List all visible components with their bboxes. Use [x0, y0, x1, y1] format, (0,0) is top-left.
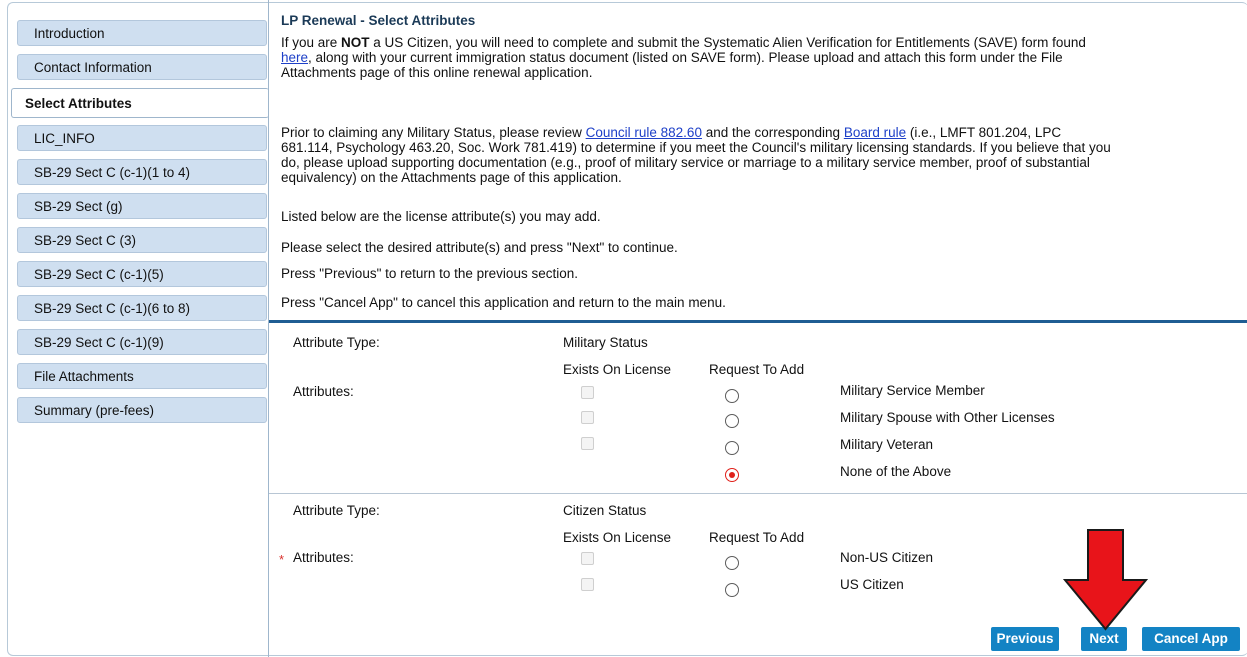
- exists-checkbox: [581, 437, 594, 450]
- cancel-app-button[interactable]: Cancel App: [1142, 627, 1240, 651]
- military-notice-text: 681.114, Psychology 463.20, Soc. Work 78…: [281, 140, 1111, 155]
- council-rule-link[interactable]: Council rule 882.60: [586, 125, 702, 140]
- attributes-label: Attributes:: [293, 550, 354, 565]
- sidebar-item-sb29-c-1-6-to-8[interactable]: SB-29 Sect C (c-1)(6 to 8): [17, 295, 267, 321]
- military-notice-text: and the corresponding: [701, 125, 844, 140]
- sidebar-item-summary-pre-fees[interactable]: Summary (pre-fees): [17, 397, 267, 423]
- required-marker: *: [279, 552, 285, 567]
- sidebar-item-sb29-c-1-9[interactable]: SB-29 Sect C (c-1)(9): [17, 329, 267, 355]
- section-divider: [269, 320, 1247, 323]
- request-radio-military-spouse[interactable]: [725, 414, 739, 428]
- option-label: Military Veteran: [840, 437, 934, 452]
- save-notice-text: , along with your current immigration st…: [308, 50, 1063, 65]
- instruction-text: Press "Previous" to return to the previo…: [281, 266, 578, 281]
- save-form-link[interactable]: here: [281, 50, 308, 65]
- exists-checkbox: [581, 578, 594, 591]
- sidebar-item-sb29-c-1-1-to-4[interactable]: SB-29 Sect C (c-1)(1 to 4): [17, 159, 267, 185]
- option-label: US Citizen: [840, 577, 904, 592]
- page-title: LP Renewal - Select Attributes: [281, 13, 476, 28]
- military-notice-text: do, please upload supporting documentati…: [281, 155, 1090, 170]
- attribute-type-label: Attribute Type:: [293, 503, 380, 518]
- military-notice: Prior to claiming any Military Status, p…: [281, 125, 1241, 185]
- instruction-text: Please select the desired attribute(s) a…: [281, 240, 678, 255]
- request-radio-none-of-the-above[interactable]: [725, 468, 739, 482]
- sidebar-item-sb29-sect-g[interactable]: SB-29 Sect (g): [17, 193, 267, 219]
- attributes-label: Attributes:: [293, 384, 354, 399]
- sidebar-item-file-attachments[interactable]: File Attachments: [17, 363, 267, 389]
- save-notice-text: a US Citizen, you will need to complete …: [369, 35, 1086, 50]
- save-notice-bold: NOT: [341, 35, 370, 50]
- board-rule-link[interactable]: Board rule: [844, 125, 906, 140]
- sidebar-nav: Introduction Contact Information Select …: [11, 0, 269, 657]
- option-label: None of the Above: [840, 464, 952, 479]
- column-header-exists: Exists On License: [563, 362, 672, 377]
- previous-button[interactable]: Previous: [991, 627, 1059, 651]
- save-notice: If you are NOT a US Citizen, you will ne…: [281, 35, 1241, 80]
- request-radio-military-veteran[interactable]: [725, 441, 739, 455]
- sidebar-item-sb29-c-3[interactable]: SB-29 Sect C (3): [17, 227, 267, 253]
- request-radio-us-citizen[interactable]: [725, 583, 739, 597]
- exists-checkbox: [581, 552, 594, 565]
- column-header-request: Request To Add: [709, 530, 805, 545]
- military-notice-text: equivalency) on the Attachments page of …: [281, 170, 622, 185]
- option-label: Non-US Citizen: [840, 550, 934, 565]
- sidebar-item-sb29-c-1-5[interactable]: SB-29 Sect C (c-1)(5): [17, 261, 267, 287]
- sidebar-item-lic-info[interactable]: LIC_INFO: [17, 125, 267, 151]
- attribute-type-label: Attribute Type:: [293, 335, 380, 350]
- column-header-exists: Exists On License: [563, 530, 672, 545]
- exists-checkbox: [581, 411, 594, 424]
- sidebar-item-contact-information[interactable]: Contact Information: [17, 54, 267, 80]
- option-label: Military Spouse with Other Licenses: [840, 410, 1055, 425]
- sidebar-item-select-attributes[interactable]: Select Attributes: [11, 88, 269, 118]
- section-divider: [269, 493, 1247, 494]
- instruction-text: Listed below are the license attribute(s…: [281, 209, 601, 224]
- column-header-request: Request To Add: [709, 362, 805, 377]
- military-notice-text: (i.e., LMFT 801.204, LPC: [906, 125, 1062, 140]
- save-notice-text: Attachments page of this online renewal …: [281, 65, 593, 80]
- instruction-text: Press "Cancel App" to cancel this applic…: [281, 295, 726, 310]
- sidebar-item-introduction[interactable]: Introduction: [17, 20, 267, 46]
- down-arrow-icon: [1063, 529, 1148, 631]
- exists-checkbox: [581, 386, 594, 399]
- military-notice-text: Prior to claiming any Military Status, p…: [281, 125, 586, 140]
- save-notice-text: If you are: [281, 35, 342, 50]
- option-label: Military Service Member: [840, 383, 985, 398]
- request-radio-non-us-citizen[interactable]: [725, 556, 739, 570]
- attribute-type-value: Military Status: [563, 335, 648, 350]
- attribute-type-value: Citizen Status: [563, 503, 647, 518]
- request-radio-military-service-member[interactable]: [725, 389, 739, 403]
